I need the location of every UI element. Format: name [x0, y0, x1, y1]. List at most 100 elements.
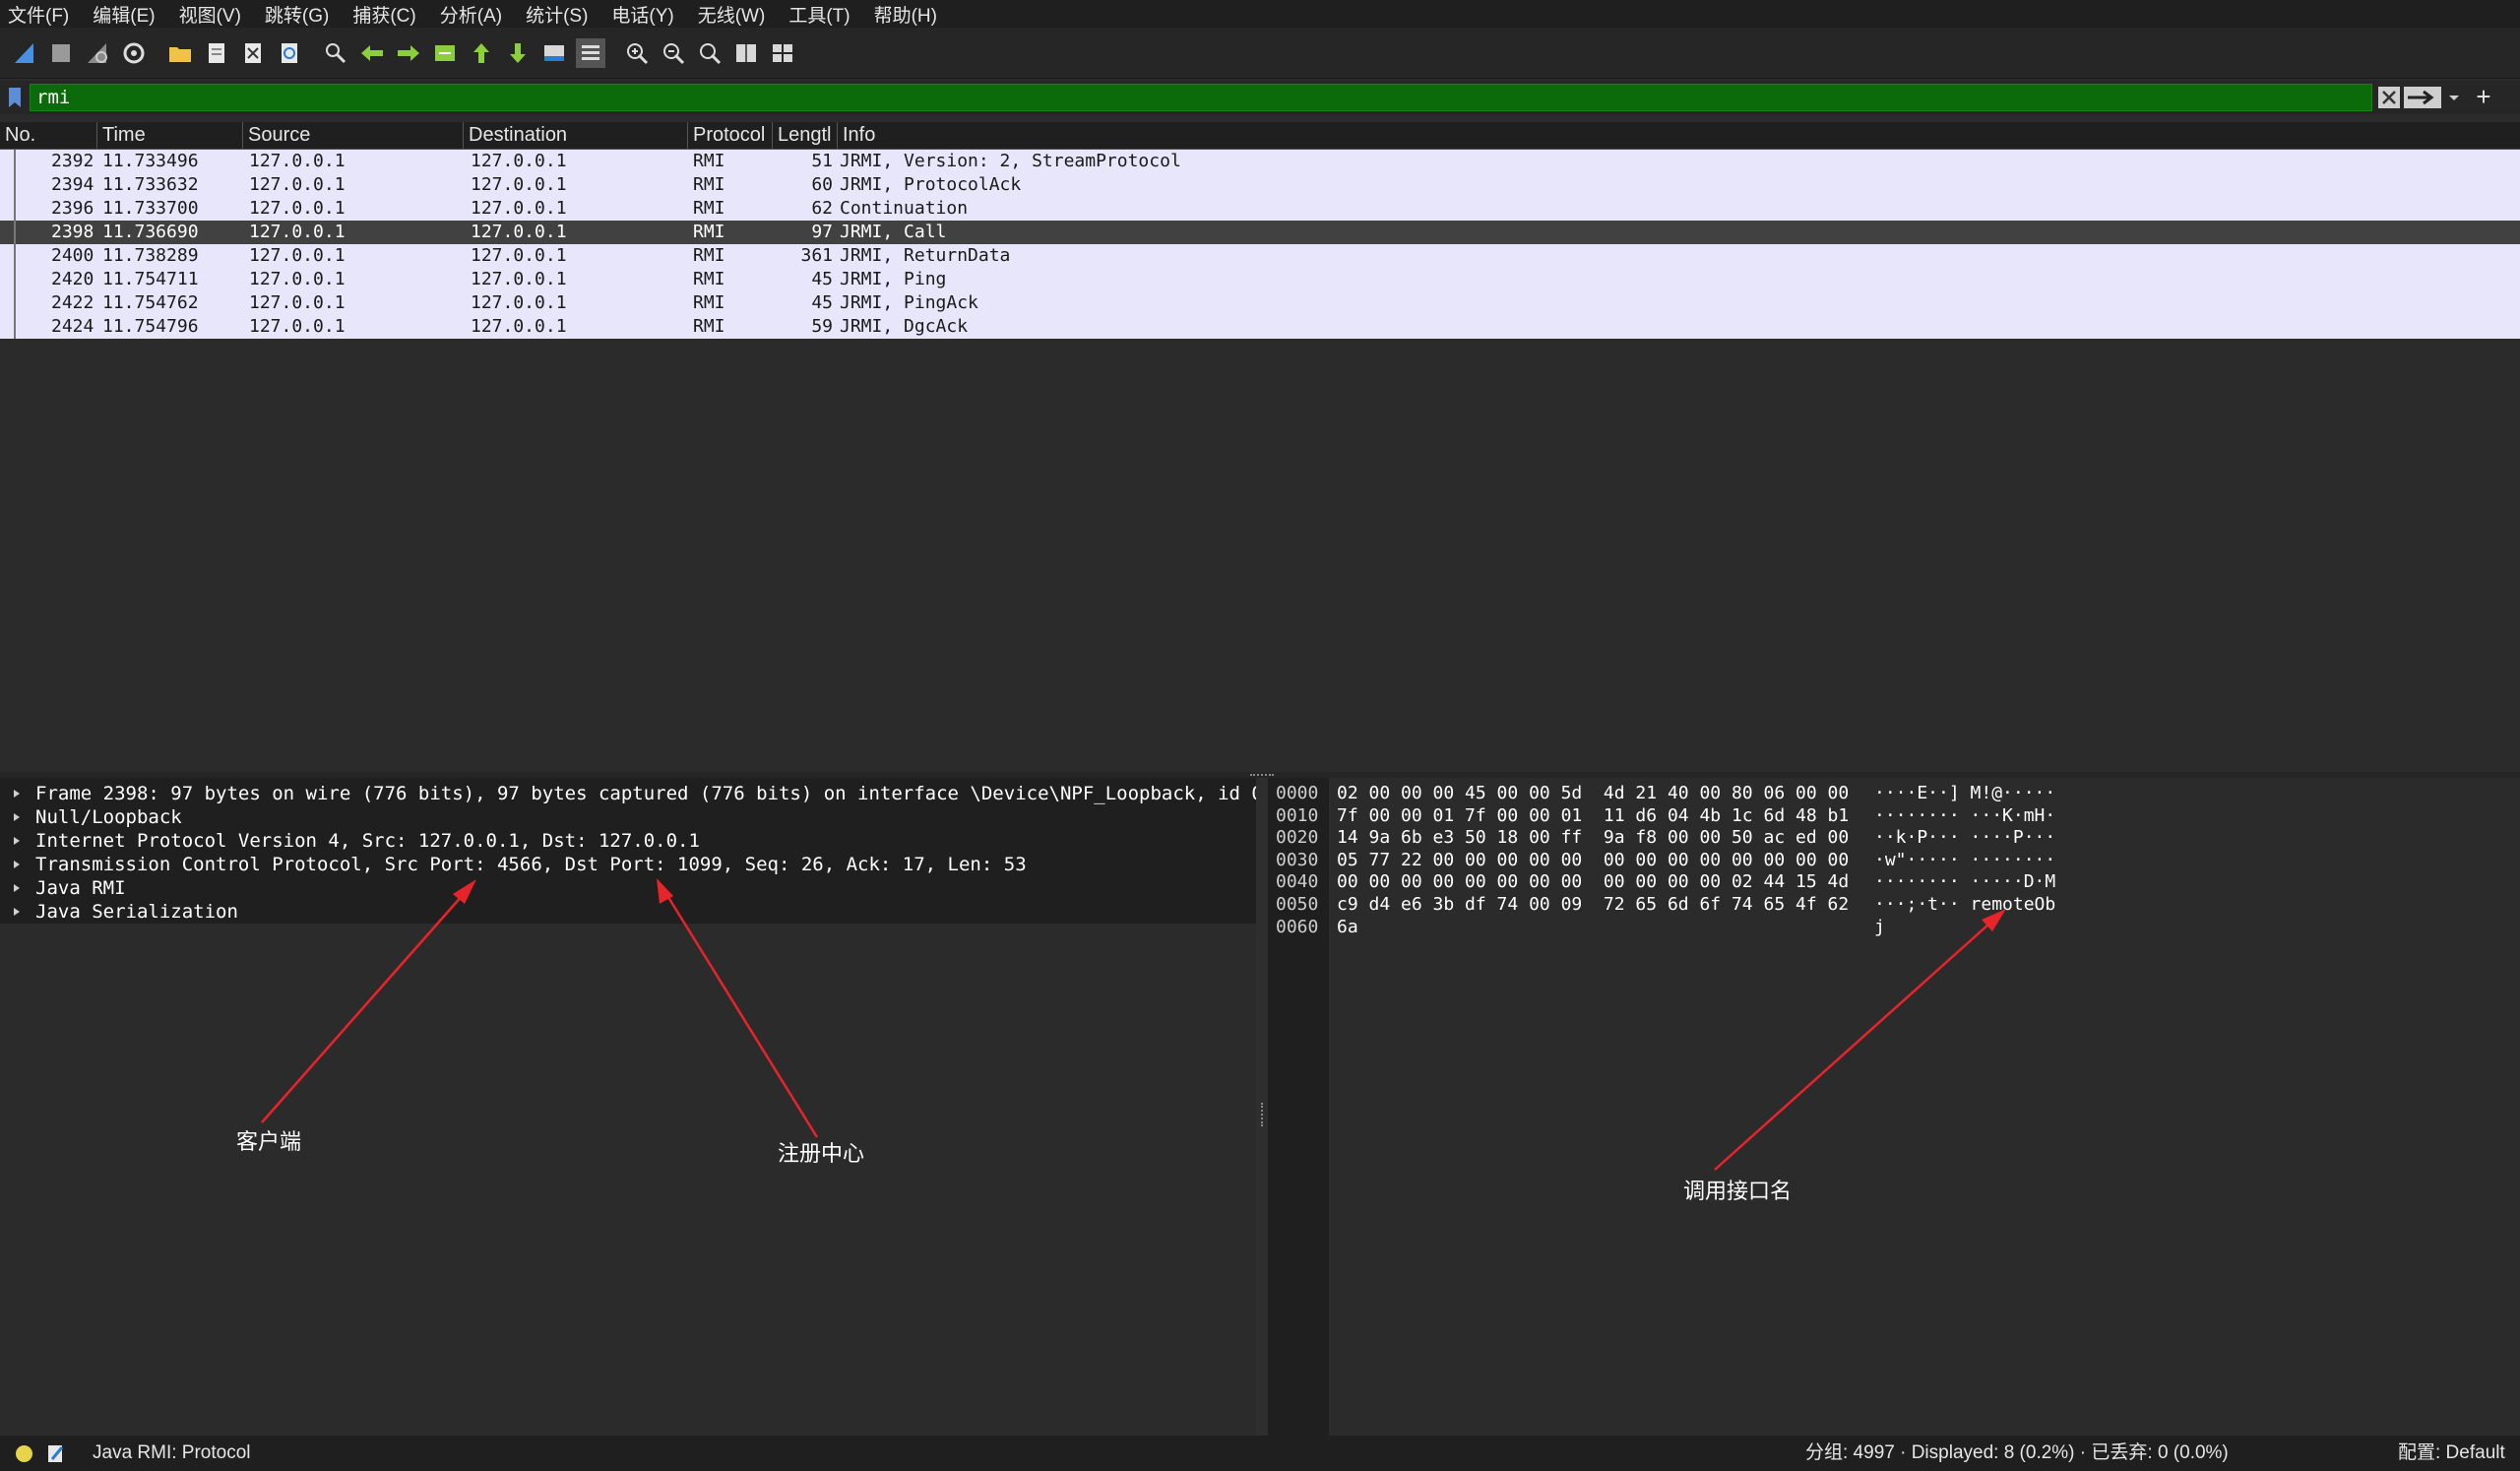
open-folder-icon[interactable] — [165, 38, 195, 68]
cell-time: 11.754762 — [102, 292, 199, 313]
column-source[interactable]: Source — [242, 122, 463, 149]
table-row[interactable]: 2392 11.733496 127.0.0.1 127.0.0.1 RMI 51 JRMI… — [0, 150, 2520, 173]
layout-icon[interactable] — [768, 38, 797, 68]
byte-offset: 0010 — [1276, 804, 1319, 826]
menu-item[interactable]: 文件(F) — [8, 1, 69, 28]
hex-bytes[interactable]: 14 9a 6b e3 50 18 00 ff 9a f8 00 00 50 a… — [1337, 827, 1849, 849]
zoom-in-icon[interactable] — [622, 38, 652, 68]
ascii-bytes[interactable]: ··k·P··· ····P··· — [1874, 827, 2055, 849]
cell-source: 127.0.0.1 — [249, 292, 346, 313]
related-packet-marker — [14, 221, 16, 244]
shark-fin-start-icon[interactable] — [10, 38, 39, 68]
column-info[interactable]: Info — [837, 122, 2520, 149]
expand-arrow-icon[interactable] — [14, 908, 20, 916]
capture-options-icon[interactable] — [119, 38, 149, 68]
ascii-bytes[interactable]: ········ ···K·mH· — [1874, 805, 2055, 827]
hex-bytes[interactable]: 02 00 00 00 45 00 00 5d 4d 21 40 00 80 0… — [1337, 783, 1849, 804]
expand-arrow-icon[interactable] — [14, 861, 20, 868]
chevron-down-icon[interactable] — [2445, 87, 2463, 108]
related-packet-marker — [14, 197, 16, 221]
menu-item[interactable]: 编辑(E) — [93, 1, 155, 28]
cell-no: 2424 — [51, 316, 94, 337]
autoscroll-icon[interactable] — [539, 38, 569, 68]
column-time[interactable]: Time — [96, 122, 242, 149]
ascii-bytes[interactable]: ·w"····· ········ — [1874, 850, 2055, 871]
cell-length: 59 — [811, 316, 833, 337]
edit-comment-icon[interactable] — [47, 1443, 65, 1463]
status-field-info: Java RMI: Protocol — [93, 1442, 251, 1463]
table-row[interactable]: 2398 11.736690 127.0.0.1 127.0.0.1 RMI 97 JRMI… — [0, 221, 2520, 244]
table-row[interactable]: 2396 11.733700 127.0.0.1 127.0.0.1 RMI 62 Cont… — [0, 197, 2520, 221]
hex-bytes[interactable]: c9 d4 e6 3b df 74 00 09 72 65 6d 6f 74 6… — [1337, 894, 1849, 916]
reload-icon[interactable] — [275, 38, 304, 68]
ascii-bytes[interactable]: ········ ·····D·M — [1874, 871, 2055, 893]
save-file-icon[interactable] — [202, 38, 231, 68]
expand-arrow-icon[interactable] — [14, 790, 20, 798]
hex-bytes[interactable]: 7f 00 00 01 7f 00 00 01 11 d6 04 4b 1c 6… — [1337, 805, 1849, 827]
clear-filter-icon[interactable] — [2378, 87, 2400, 108]
cell-protocol: RMI — [693, 222, 725, 242]
ascii-bytes[interactable]: ···;·t·· remoteOb — [1874, 894, 2055, 916]
table-row[interactable]: 2400 11.738289 127.0.0.1 127.0.0.1 RMI 361 JRM… — [0, 244, 2520, 268]
hex-bytes[interactable]: 05 77 22 00 00 00 00 00 00 00 00 00 00 0… — [1337, 850, 1849, 871]
cell-no: 2400 — [51, 245, 94, 266]
cell-protocol: RMI — [693, 292, 725, 313]
table-row[interactable]: 2420 11.754711 127.0.0.1 127.0.0.1 RMI 45 JRMI… — [0, 268, 2520, 291]
menu-item[interactable]: 统计(S) — [526, 1, 588, 28]
menu-item[interactable]: 帮助(H) — [874, 1, 937, 28]
restart-icon[interactable] — [83, 38, 112, 68]
add-filter-button[interactable]: + — [2471, 83, 2496, 110]
cell-destination: 127.0.0.1 — [471, 245, 567, 266]
last-packet-icon[interactable] — [503, 38, 533, 68]
column-destination[interactable]: Destination — [463, 122, 687, 149]
menu-item[interactable]: 捕获(C) — [352, 1, 415, 28]
menu-item[interactable]: 工具(T) — [788, 1, 850, 28]
close-file-icon[interactable] — [238, 38, 268, 68]
apply-filter-icon[interactable] — [2404, 87, 2441, 108]
menu-bar: 文件(F) 编辑(E) 视图(V) 跳转(G) 捕获(C) 分析(A) 统计(S) 电话(Y)… — [0, 0, 2520, 28]
go-back-icon[interactable] — [357, 38, 387, 68]
column-length[interactable]: Lengtl — [772, 122, 837, 149]
table-row[interactable]: 2422 11.754762 127.0.0.1 127.0.0.1 RMI 45 JRMI… — [0, 291, 2520, 315]
ascii-bytes[interactable]: j — [1874, 917, 1885, 938]
vertical-splitter[interactable] — [1256, 778, 1268, 1436]
expert-info-icon[interactable] — [16, 1445, 32, 1462]
byte-offset: 0030 — [1276, 849, 1319, 870]
stop-icon[interactable] — [46, 38, 76, 68]
column-no[interactable]: No. — [0, 122, 96, 149]
status-profile[interactable]: 配置: Default — [2398, 1436, 2505, 1471]
find-packet-icon[interactable] — [321, 38, 350, 68]
menu-item[interactable]: 无线(W) — [698, 1, 766, 28]
table-row[interactable]: 2394 11.733632 127.0.0.1 127.0.0.1 RMI 60 JRMI… — [0, 173, 2520, 197]
cell-source: 127.0.0.1 — [249, 245, 346, 266]
colorize-icon[interactable] — [576, 37, 605, 68]
packet-details-pane: Frame 2398: 97 bytes on wire (776 bits),… — [0, 778, 1263, 1436]
bookmark-icon[interactable] — [8, 87, 22, 108]
menu-item[interactable]: 电话(Y) — [611, 1, 673, 28]
display-filter-input[interactable]: rmi — [30, 84, 2372, 111]
menu-item[interactable]: 视图(V) — [179, 1, 241, 28]
menu-item[interactable]: 分析(A) — [440, 1, 502, 28]
hex-bytes[interactable]: 00 00 00 00 00 00 00 00 00 00 00 00 02 4… — [1337, 871, 1849, 893]
first-packet-icon[interactable] — [467, 38, 496, 68]
packet-bytes-pane: 0000 0010 0020 0030 0040 0050 0060 02 00 00 00… — [1268, 778, 2520, 1436]
cell-source: 127.0.0.1 — [249, 269, 346, 289]
go-forward-icon[interactable] — [394, 38, 423, 68]
expand-arrow-icon[interactable] — [14, 813, 20, 821]
zoom-out-icon[interactable] — [659, 38, 688, 68]
annotation-registry-label: 注册中心 — [778, 1141, 865, 1166]
resize-columns-icon[interactable] — [731, 38, 761, 68]
go-to-packet-icon[interactable] — [430, 38, 460, 68]
status-packet-counts: 分组: 4997 · Displayed: 8 (0.2%) · 已丢弃: 0 … — [1805, 1442, 2229, 1463]
menu-item[interactable]: 跳转(G) — [265, 1, 329, 28]
zoom-normal-icon[interactable] — [695, 38, 724, 68]
column-protocol[interactable]: Protocol — [687, 122, 772, 149]
expand-arrow-icon[interactable] — [14, 837, 20, 845]
table-row[interactable]: 2424 11.754796 127.0.0.1 127.0.0.1 RMI 59 JRMI… — [0, 315, 2520, 339]
hex-bytes[interactable]: 6a — [1337, 917, 1358, 938]
expand-arrow-icon[interactable] — [14, 884, 20, 892]
ascii-bytes[interactable]: ····E··] M!@····· — [1874, 783, 2055, 804]
cell-destination: 127.0.0.1 — [471, 222, 567, 242]
cell-info: JRMI, PingAck — [840, 292, 978, 313]
cell-time: 11.736690 — [102, 222, 199, 242]
